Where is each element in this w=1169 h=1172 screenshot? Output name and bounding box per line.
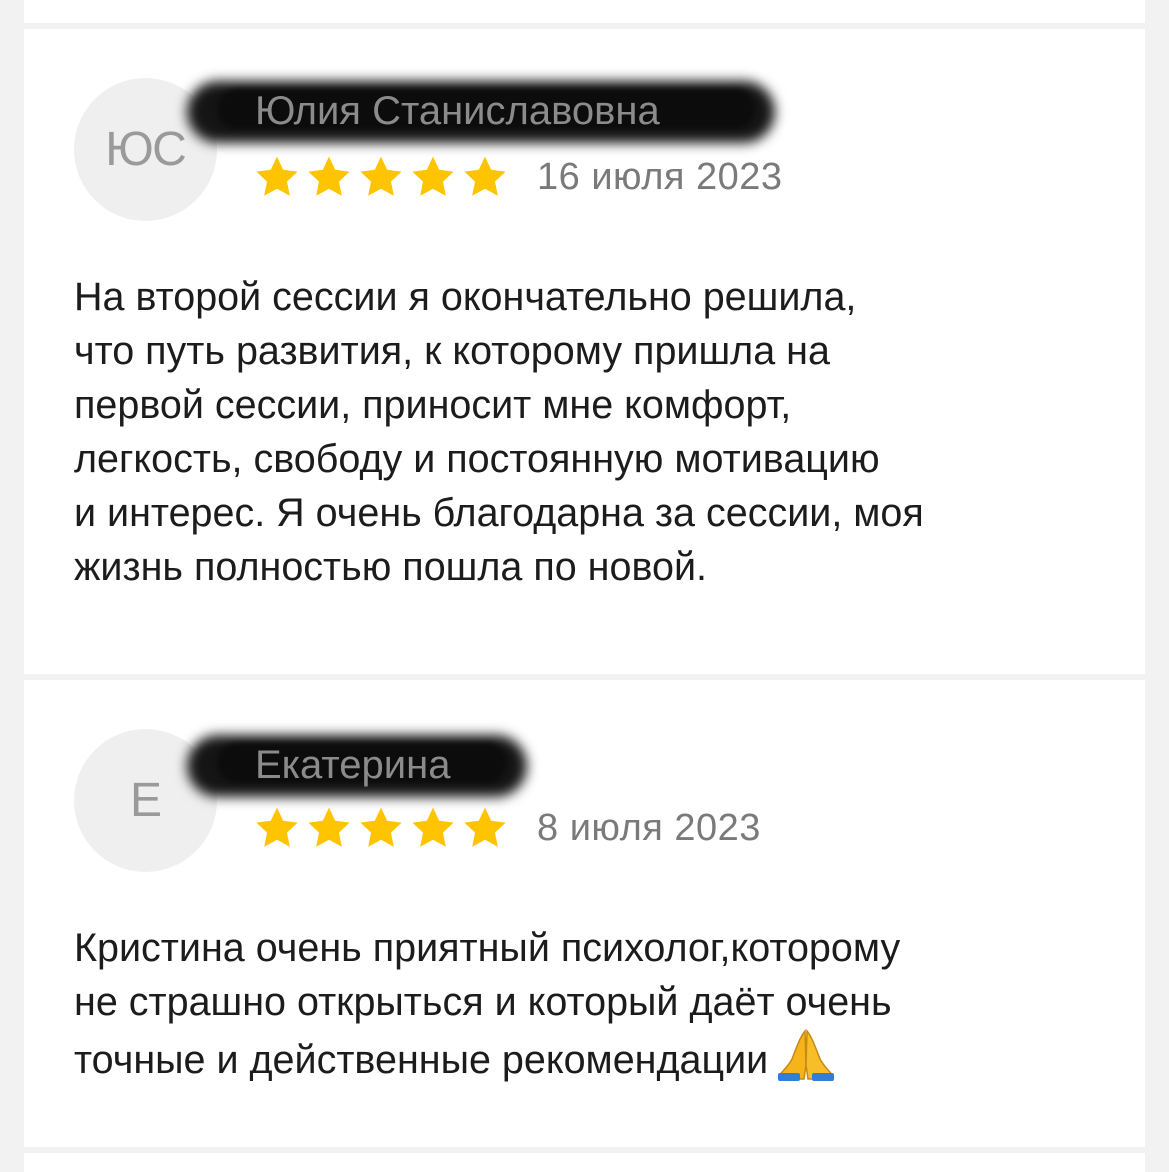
review-date: 16 июля 2023 [537,155,783,198]
star-icon [360,807,402,847]
star-rating [253,804,509,852]
star-icon [464,807,506,847]
next-review-card-edge [24,1153,1145,1172]
star-icon [256,156,298,196]
folded-hands-icon [778,1029,835,1081]
review-card: Е Екатерина 8 июля 2023 Кристина очень п… [24,680,1145,1147]
reviewer-name: Екатерина [255,743,451,787]
reviewer-name-redacted: Юлия Станиславовна [187,81,775,143]
review-text: На второй сессии я окончательно решила, … [74,275,924,589]
star-icon [412,807,454,847]
review-meta: 8 июля 2023 [253,804,761,852]
reviewer-name-redacted: Екатерина [187,735,527,797]
star-rating [253,153,509,201]
review-card: ЮС Юлия Станиславовна 16 июля 2023 На вт… [24,29,1145,674]
star-icon [308,156,350,196]
star-icon [360,156,402,196]
review-meta: 16 июля 2023 [253,153,783,201]
star-icon [308,807,350,847]
review-text: Кристина очень приятный психолог,котором… [74,921,1124,1087]
reviewer-name: Юлия Станиславовна [255,89,660,133]
reviews-page: ЮС Юлия Станиславовна 16 июля 2023 На вт… [0,0,1169,1172]
previous-review-card-edge [24,0,1145,23]
star-icon [256,807,298,847]
star-icon [464,156,506,196]
star-icon [412,156,454,196]
review-date: 8 июля 2023 [537,806,761,849]
